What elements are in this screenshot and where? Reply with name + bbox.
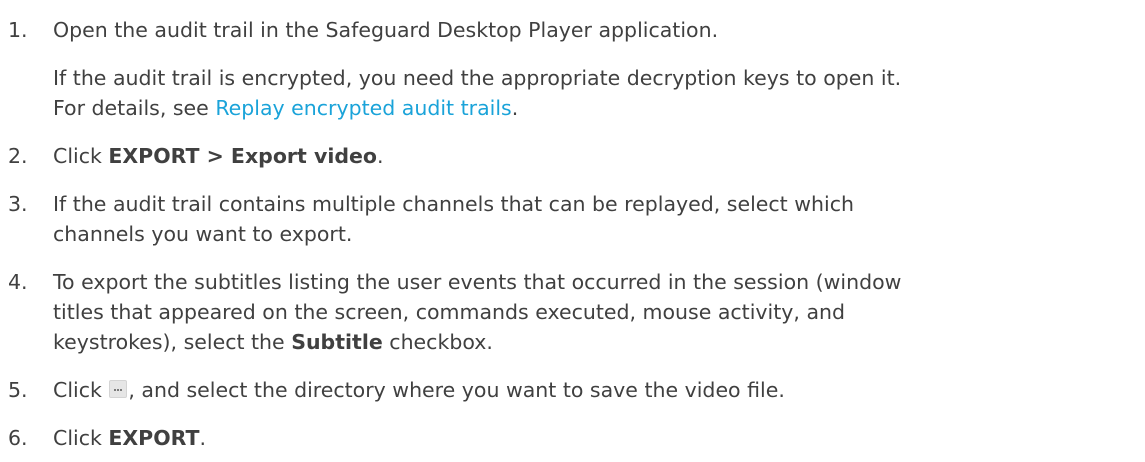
ellipsis-browse-button-icon — [109, 380, 128, 398]
step-text: If the audit trail contains multiple cha… — [53, 189, 1143, 249]
step-6-prefix: Click — [53, 426, 109, 450]
step-number: 3. — [8, 192, 28, 216]
step-text: Click EXPORT. — [53, 423, 1143, 453]
step-4-suffix: checkbox. — [382, 330, 493, 354]
step-number: 2. — [8, 144, 28, 168]
step-4-line-2: titles that appeared on the screen, comm… — [53, 300, 846, 324]
procedure-document: 1. Open the audit trail in the Safeguard… — [0, 0, 1145, 462]
step-number: 6. — [8, 426, 28, 450]
step-2-prefix: Click — [53, 144, 109, 168]
step-4-prefix: keystrokes), select the — [53, 330, 292, 354]
note-prefix: For details, see — [53, 96, 216, 120]
export-video-menu-path: EXPORT > Export video — [108, 144, 378, 168]
step-1-note: If the audit trail is encrypted, you nee… — [53, 63, 1143, 123]
step-text: Click EXPORT > Export video. — [53, 141, 1143, 171]
step-2-suffix: . — [377, 144, 384, 168]
step-number: 1. — [8, 18, 28, 42]
step-text: To export the subtitles listing the user… — [53, 267, 1143, 357]
step-text: Open the audit trail in the Safeguard De… — [53, 15, 1143, 45]
step-6-suffix: . — [199, 426, 207, 450]
step-5-prefix: Click — [53, 378, 109, 402]
replay-encrypted-audit-trails-link[interactable]: Replay encrypted audit trails — [215, 96, 511, 120]
note-line-2: For details, see Replay encrypted audit … — [53, 93, 1143, 123]
note-line-1: If the audit trail is encrypted, you nee… — [53, 66, 902, 90]
step-text: Click , and select the directory where y… — [53, 375, 1143, 405]
export-label: EXPORT — [108, 426, 200, 450]
step-number: 5. — [8, 378, 28, 402]
step-3-line-2: channels you want to export. — [53, 222, 353, 246]
subtitle-checkbox-label: Subtitle — [291, 330, 383, 354]
step-1-text: Open the audit trail in the Safeguard De… — [53, 18, 719, 42]
note-suffix: . — [511, 96, 519, 120]
step-5-suffix: , and select the directory where you wan… — [128, 378, 785, 402]
step-number: 4. — [8, 270, 28, 294]
step-3-line-1: If the audit trail contains multiple cha… — [53, 192, 854, 216]
step-4-line-1: To export the subtitles listing the user… — [53, 270, 902, 294]
